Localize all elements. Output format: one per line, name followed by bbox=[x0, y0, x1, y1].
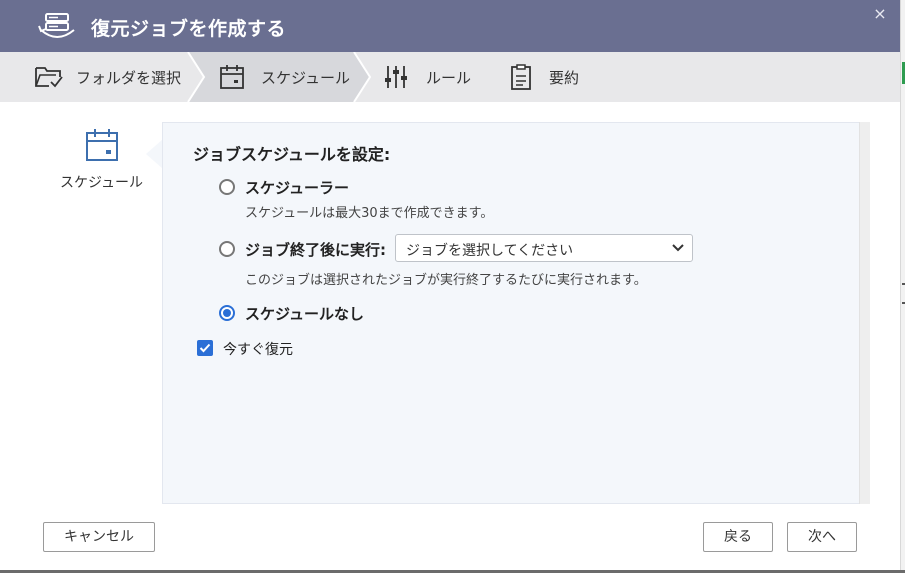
background-window-edge bbox=[900, 0, 905, 573]
panel-pointer bbox=[146, 140, 162, 168]
close-button[interactable]: × bbox=[870, 4, 890, 24]
calendar-icon bbox=[220, 65, 244, 89]
wizard-steps-bar: フォルダを選択 スケジュール ルール 要約 bbox=[0, 52, 900, 102]
scheduler-label: スケジューラー bbox=[245, 179, 349, 197]
dialog-titlebar: 復元ジョブを作成する × bbox=[0, 0, 900, 52]
restore-job-icon bbox=[38, 13, 75, 38]
dialog-title: 復元ジョブを作成する bbox=[91, 18, 287, 40]
after-job-label: ジョブ終了後に実行: bbox=[245, 241, 386, 259]
clipboard-icon bbox=[511, 64, 531, 90]
cancel-button[interactable]: キャンセル bbox=[43, 522, 155, 552]
sliders-icon bbox=[385, 66, 407, 88]
restore-now-checkbox[interactable] bbox=[197, 340, 213, 356]
after-job-radio[interactable] bbox=[219, 241, 235, 257]
step-label: スケジュール bbox=[261, 68, 350, 87]
job-select[interactable]: ジョブを選択してください bbox=[395, 234, 693, 262]
calendar-icon bbox=[86, 129, 118, 161]
step-label: 要約 bbox=[549, 68, 580, 87]
no-schedule-label: スケジュールなし bbox=[245, 305, 364, 323]
step-rules: ルール bbox=[384, 52, 471, 102]
step-label: フォルダを選択 bbox=[76, 68, 182, 87]
chevron-down-icon bbox=[672, 244, 684, 252]
scheduler-description: スケジュールは最大30まで作成できます。 bbox=[245, 206, 494, 221]
section-nav-schedule[interactable]: スケジュール bbox=[40, 128, 160, 191]
step-label: ルール bbox=[426, 68, 472, 87]
section-nav-label: スケジュール bbox=[60, 175, 144, 191]
next-button[interactable]: 次へ bbox=[787, 522, 857, 552]
scrollbar[interactable] bbox=[859, 122, 870, 504]
scheduler-radio[interactable] bbox=[219, 179, 235, 195]
job-select-value: ジョブを選択してください bbox=[406, 243, 574, 259]
step-schedule: スケジュール bbox=[219, 52, 350, 102]
check-icon bbox=[199, 343, 211, 353]
folder-check-icon bbox=[35, 67, 63, 88]
restore-now-label: 今すぐ復元 bbox=[223, 342, 293, 358]
schedule-heading: ジョブスケジュールを設定: bbox=[193, 145, 391, 164]
step-select-folder: フォルダを選択 bbox=[34, 52, 181, 102]
after-job-description: このジョブは選択されたジョブが実行終了するたびに実行されます。 bbox=[245, 273, 647, 288]
step-summary: 要約 bbox=[507, 52, 579, 102]
no-schedule-radio[interactable] bbox=[219, 305, 235, 321]
back-button[interactable]: 戻る bbox=[703, 522, 773, 552]
